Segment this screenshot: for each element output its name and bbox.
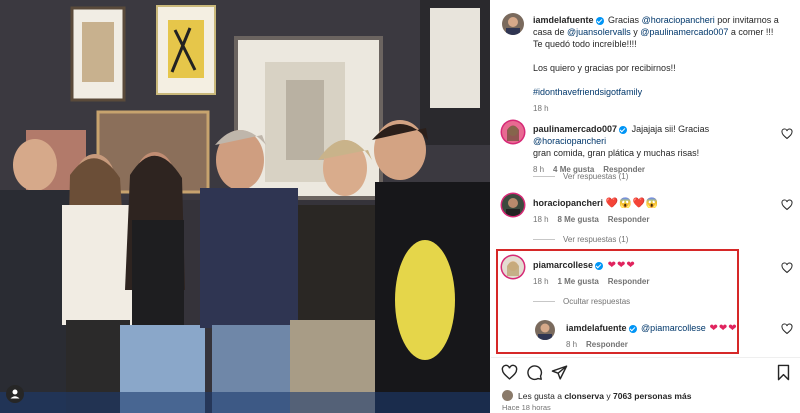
hashtag-link[interactable]: #idonthavefriendsigotfamily [533, 86, 797, 98]
caption-text: Gracias [608, 15, 642, 25]
group-photo-illustration [0, 0, 490, 413]
mention-link[interactable]: @horaciopancheri [533, 136, 606, 146]
mention-link[interactable]: @juansolervalls [567, 27, 631, 37]
like-reply-heart-icon[interactable] [781, 323, 793, 335]
liker-avatar[interactable] [502, 390, 513, 401]
caption-line: Te quedó todo increíble!!!! [533, 39, 637, 49]
reply-button[interactable]: Responder [608, 215, 650, 224]
comment-item: paulinamercado007 Jajajaja sii! Gracias … [533, 123, 773, 176]
author-avatar[interactable] [502, 13, 524, 35]
comment-text: ❤️😱❤️😱 [605, 198, 660, 209]
comment-time: 18 h [533, 215, 549, 224]
comment-username[interactable]: paulinamercado007 [533, 124, 617, 134]
post-photo[interactable] [0, 0, 490, 413]
commenter-avatar[interactable] [502, 121, 524, 143]
comment-username[interactable]: horaciopancheri [533, 198, 603, 208]
verified-badge-icon [595, 16, 604, 25]
comment-likes-count[interactable]: 8 Me gusta [557, 215, 598, 224]
view-replies-link[interactable]: Ver respuestas (1) [533, 235, 628, 244]
thread-line [533, 239, 555, 241]
bookmark-save-icon[interactable] [776, 364, 791, 381]
likes-text: Les gusta a [518, 391, 565, 401]
likes-count-link[interactable]: 7063 personas más [613, 391, 691, 401]
like-comment-heart-icon[interactable] [781, 199, 793, 211]
tagged-people-button[interactable] [6, 385, 24, 403]
avatar-face-icon [506, 17, 520, 35]
like-comment-heart-icon[interactable] [781, 262, 793, 274]
view-replies-link[interactable]: Ver respuestas (1) [533, 172, 628, 181]
comment-bubble-icon[interactable] [526, 364, 543, 381]
caption-line: Los quiero y gracias por recibirnos!! [533, 63, 676, 73]
post-time: 18 h [533, 104, 549, 113]
likes-text: y [604, 391, 613, 401]
highlight-box [496, 249, 739, 354]
post-caption: iamdelafuente Gracias @horaciopancheri p… [533, 14, 797, 115]
avatar-face-icon [506, 198, 520, 216]
thread-line [533, 176, 555, 178]
verified-badge-icon [619, 125, 628, 134]
caption-text: y [630, 27, 641, 37]
comment-text: Jajajaja sii! Gracias [631, 124, 710, 134]
like-comment-heart-icon[interactable] [781, 128, 793, 140]
liker-username[interactable]: clonserva [564, 391, 604, 401]
divider [491, 357, 800, 358]
caption-username[interactable]: iamdelafuente [533, 15, 594, 25]
commenter-avatar[interactable] [502, 194, 524, 216]
caption-text: a comer !!! [728, 27, 774, 37]
likes-summary: Les gusta a clonserva y 7063 personas má… [518, 391, 691, 401]
share-send-icon[interactable] [551, 364, 568, 381]
avatar-face-icon [507, 125, 519, 141]
comment-text: gran comida, gran plática y muchas risas… [533, 148, 700, 158]
person-icon [10, 389, 20, 399]
comment-item: horaciopancheri ❤️😱❤️😱 18 h 8 Me gusta R… [533, 197, 773, 226]
like-heart-icon[interactable] [501, 364, 518, 381]
mention-link[interactable]: @paulinamercado007 [640, 27, 728, 37]
post-timestamp: Hace 18 horas [502, 403, 551, 412]
mention-link[interactable]: @horaciopancheri [642, 15, 715, 25]
